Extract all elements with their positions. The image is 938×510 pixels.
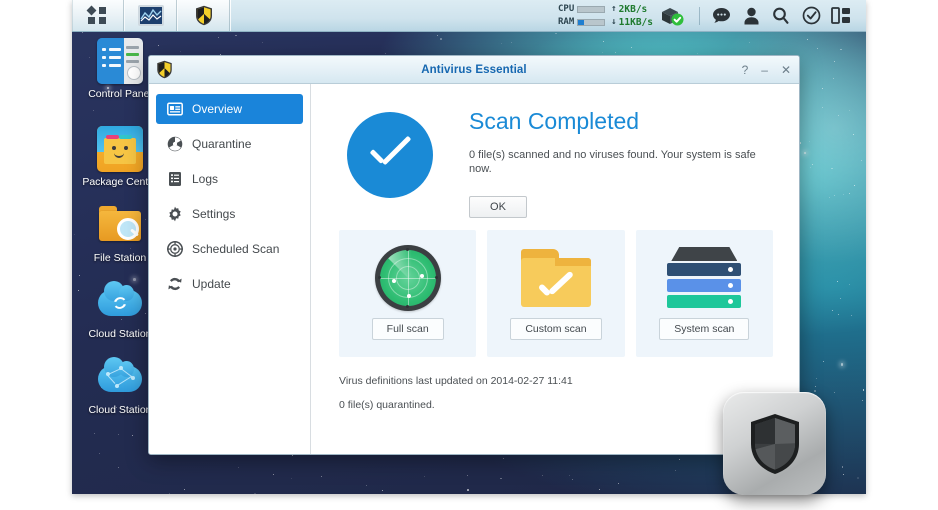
cloud-network-icon <box>97 354 143 400</box>
taskbar-empty-area <box>231 0 558 31</box>
sidebar-item-label: Update <box>192 277 231 291</box>
sidebar-item-update[interactable]: Update <box>156 269 303 299</box>
product-badge <box>723 392 826 495</box>
ram-bar <box>577 19 605 26</box>
sidebar-item-label: Overview <box>192 102 242 116</box>
cpu-label: CPU <box>558 4 574 15</box>
refresh-icon <box>167 276 183 292</box>
sidebar-item-label: Settings <box>192 207 235 221</box>
definitions-updated-text: Virus definitions last updated on 2014-0… <box>339 375 799 388</box>
target-clock-icon <box>167 241 183 257</box>
scan-card-full[interactable]: Full scan <box>339 230 476 357</box>
search-icon[interactable] <box>766 0 796 32</box>
screenshot-root: Control Panel Package Center <box>0 0 938 510</box>
notifications-icon[interactable] <box>796 0 826 32</box>
sidebar-item-label: Logs <box>192 172 218 186</box>
refresh-icon <box>111 294 129 312</box>
chat-icon[interactable] <box>706 0 736 32</box>
file-station-icon <box>97 202 143 248</box>
upload-speed: 2KB/s <box>619 4 648 15</box>
minimize-button[interactable]: – <box>761 64 768 76</box>
download-speed: 11KB/s <box>619 17 653 28</box>
taskbar-button-antivirus-essential[interactable] <box>178 0 231 31</box>
sidebar-item-settings[interactable]: Settings <box>156 199 303 229</box>
scan-status: Scan Completed 0 file(s) scanned and no … <box>311 106 799 218</box>
folder-check-icon <box>521 242 591 314</box>
gear-icon <box>167 206 183 222</box>
full-scan-button[interactable]: Full scan <box>372 318 444 340</box>
cpu-bar <box>577 6 605 13</box>
custom-scan-button[interactable]: Custom scan <box>510 318 601 340</box>
page-title: Scan Completed <box>469 108 775 134</box>
window-controls: ? – ✕ <box>742 64 799 76</box>
shield-badge-icon <box>748 412 802 476</box>
sidebar-item-logs[interactable]: Logs <box>156 164 303 194</box>
window-body: Overview Quarantine <box>149 84 799 454</box>
upload-arrow-icon: ↑ <box>611 4 616 14</box>
system-scan-button[interactable]: System scan <box>659 318 749 340</box>
sidebar-item-quarantine[interactable]: Quarantine <box>156 129 303 159</box>
server-stack-icon <box>667 242 741 314</box>
ok-button[interactable]: OK <box>469 196 527 218</box>
sidebar-item-scheduled-scan[interactable]: Scheduled Scan <box>156 234 303 264</box>
cloud-sync-icon <box>97 278 143 324</box>
taskbar-button-main-menu[interactable] <box>72 0 125 31</box>
close-button[interactable]: ✕ <box>781 64 791 76</box>
scan-card-system[interactable]: System scan <box>636 230 773 357</box>
overview-icon <box>167 101 183 117</box>
scan-card-custom[interactable]: Custom scan <box>487 230 624 357</box>
shield-icon <box>195 5 213 26</box>
ram-label: RAM <box>558 17 574 28</box>
window-titlebar[interactable]: Antivirus Essential ? – ✕ <box>149 56 799 84</box>
person-icon[interactable] <box>736 0 766 32</box>
content-area: Scan Completed 0 file(s) scanned and no … <box>311 84 799 454</box>
radar-icon <box>375 242 441 314</box>
tray-divider <box>699 7 700 25</box>
sidebar: Overview Quarantine <box>149 84 311 454</box>
taskbar-button-resource-monitor[interactable] <box>125 0 178 31</box>
control-panel-icon <box>97 38 143 84</box>
logs-icon <box>167 171 183 187</box>
sidebar-item-label: Scheduled Scan <box>192 242 279 256</box>
system-meters[interactable]: CPU RAM ↑ 2KB/s ↓ 11KB/s <box>558 4 685 28</box>
sidebar-item-overview[interactable]: Overview <box>156 94 303 124</box>
scan-description: 0 file(s) scanned and no viruses found. … <box>469 148 775 176</box>
widgets-icon[interactable] <box>826 0 856 32</box>
antivirus-window: Antivirus Essential ? – ✕ <box>148 55 800 455</box>
package-ok-icon[interactable] <box>659 5 685 27</box>
taskbar-tray: CPU RAM ↑ 2KB/s ↓ 11KB/s <box>558 0 866 31</box>
download-arrow-icon: ↓ <box>611 17 616 27</box>
window-title: Antivirus Essential <box>149 64 799 76</box>
quarantine-icon <box>167 136 183 152</box>
sidebar-item-label: Quarantine <box>192 137 251 151</box>
chart-window-icon <box>138 5 164 26</box>
check-circle-icon <box>347 112 433 198</box>
grid-squares-icon <box>88 7 108 25</box>
package-center-icon <box>97 126 143 172</box>
help-button[interactable]: ? <box>742 64 749 76</box>
scan-options: Full scan Custom scan <box>311 218 799 357</box>
taskbar: CPU RAM ↑ 2KB/s ↓ 11KB/s <box>72 0 866 32</box>
